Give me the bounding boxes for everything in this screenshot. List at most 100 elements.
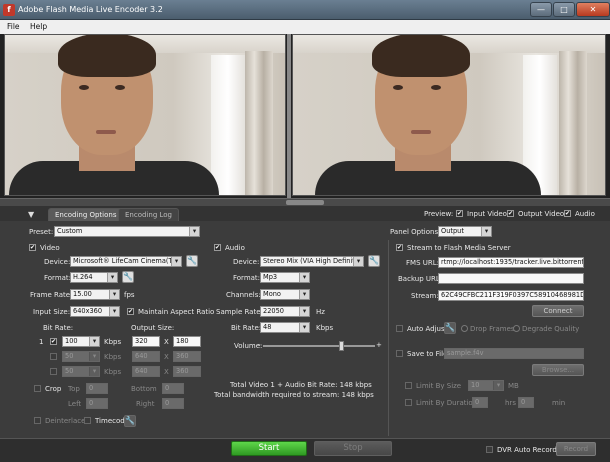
tab-encoding-options[interactable]: Encoding Options — [48, 208, 124, 221]
audio-checkbox[interactable] — [214, 244, 221, 251]
input-video-label: Input Video — [467, 210, 507, 218]
video-format-settings-icon[interactable]: 🔧 — [122, 271, 134, 283]
row1-height-input[interactable]: 180 — [173, 336, 201, 347]
crop-left-input[interactable]: 0 — [86, 398, 108, 409]
backup-url-input[interactable] — [438, 273, 584, 284]
preview-label: Preview: — [424, 210, 454, 218]
start-button[interactable]: Start — [231, 441, 307, 456]
row3-height-input[interactable]: 360 — [173, 366, 201, 377]
stop-button[interactable]: Stop — [314, 441, 392, 456]
file-name-input[interactable]: sample.f4v — [444, 348, 584, 359]
dvr-auto-record-checkbox[interactable] — [486, 446, 493, 453]
audio-bit-rate-label: Bit Rate: — [231, 324, 262, 332]
channels-select[interactable]: Mono — [260, 289, 310, 300]
video-format-label: Format: — [44, 274, 72, 282]
tab-encoding-log[interactable]: Encoding Log — [118, 208, 179, 221]
dvr-auto-record-label: DVR Auto Record — [497, 446, 557, 454]
splitter-grip-icon[interactable] — [286, 200, 324, 205]
video-device-select[interactable]: Microsoft® LifeCam Cinema(TM) — [70, 256, 182, 267]
row2-height-input[interactable]: 360 — [173, 351, 201, 362]
menu-file[interactable]: File — [7, 22, 20, 31]
crop-label: Crop — [45, 385, 62, 393]
video-checkbox[interactable] — [29, 244, 36, 251]
panel-options-select[interactable]: Output — [438, 226, 492, 237]
hrs-label: hrs — [505, 399, 516, 407]
record-button[interactable]: Record — [556, 442, 596, 456]
volume-slider-thumb[interactable] — [338, 341, 344, 351]
preview-splitter[interactable] — [287, 34, 291, 198]
crop-top-label: Top — [68, 385, 80, 393]
audio-preview-checkbox[interactable] — [564, 210, 571, 217]
video-device-settings-icon[interactable]: 🔧 — [186, 255, 198, 267]
preset-select[interactable]: Custom — [54, 226, 200, 237]
timecode-checkbox[interactable] — [84, 417, 91, 424]
row1-width-input[interactable]: 320 — [132, 336, 160, 347]
crop-top-input[interactable]: 0 — [86, 383, 108, 394]
crop-right-input[interactable]: 0 — [162, 398, 184, 409]
video-preview-area — [0, 34, 610, 198]
maintain-aspect-checkbox[interactable] — [127, 308, 134, 315]
volume-plus-icon: + — [376, 341, 382, 349]
deinterlace-checkbox[interactable] — [34, 417, 41, 424]
hrs-input[interactable]: 0 — [472, 397, 488, 408]
degrade-quality-radio[interactable] — [513, 325, 520, 332]
maximize-button[interactable]: □ — [553, 2, 575, 17]
degrade-quality-label: Degrade Quality — [522, 325, 580, 333]
panel-splitter[interactable] — [0, 198, 610, 206]
size-value-select[interactable]: 10 — [468, 380, 504, 391]
row2-width-input[interactable]: 640 — [132, 351, 160, 362]
min-label: min — [552, 399, 566, 407]
collapse-triangle-icon[interactable]: ▼ — [28, 210, 34, 219]
save-to-file-checkbox[interactable] — [396, 350, 403, 357]
drop-frames-radio[interactable] — [461, 325, 468, 332]
row1-number: 1 — [39, 338, 44, 346]
input-video-checkbox[interactable] — [456, 210, 463, 217]
crop-checkbox[interactable] — [34, 385, 41, 392]
fps-label: fps — [124, 291, 135, 299]
input-size-label: Input Size: — [33, 308, 71, 316]
row3-checkbox[interactable] — [50, 368, 57, 375]
row2-bitrate-select[interactable]: 50 — [62, 351, 100, 362]
min-input[interactable]: 0 — [518, 397, 534, 408]
row3-bitrate-select[interactable]: 50 — [62, 366, 100, 377]
row1-checkbox[interactable] — [50, 338, 57, 345]
row1-bitrate-select[interactable]: 100 — [62, 336, 100, 347]
stream-to-fms-checkbox[interactable] — [396, 244, 403, 251]
auto-adjust-label: Auto Adjust — [407, 325, 448, 333]
drop-frames-label: Drop Frames — [470, 325, 515, 333]
volume-slider-track[interactable] — [263, 345, 375, 347]
auto-adjust-settings-icon[interactable]: 🔧 — [444, 322, 456, 334]
close-button[interactable]: ✕ — [576, 2, 610, 17]
audio-preview-label: Audio — [575, 210, 595, 218]
audio-kbps-label: Kbps — [316, 324, 334, 332]
row3-width-input[interactable]: 640 — [132, 366, 160, 377]
video-device-label: Device: — [44, 258, 71, 266]
input-size-select[interactable]: 640x360 — [70, 306, 120, 317]
hz-label: Hz — [316, 308, 325, 316]
row2-checkbox[interactable] — [50, 353, 57, 360]
stream-input[interactable]: 62C49CFBC211F319F0397C58910468981D70BC — [438, 290, 584, 301]
video-header: Video — [40, 244, 60, 252]
minimize-button[interactable]: — — [530, 2, 552, 17]
audio-format-select[interactable]: Mp3 — [260, 272, 310, 283]
sample-rate-label: Sample Rate: — [216, 308, 263, 316]
sample-rate-select[interactable]: 22050 — [260, 306, 310, 317]
audio-device-select[interactable]: Stereo Mix (VIA High Definition — [260, 256, 364, 267]
audio-bit-rate-select[interactable]: 48 — [260, 322, 310, 333]
limit-by-duration-checkbox[interactable] — [405, 399, 412, 406]
menu-help[interactable]: Help — [30, 22, 47, 31]
output-video-checkbox[interactable] — [507, 210, 514, 217]
output-video-preview — [292, 34, 606, 196]
limit-by-size-checkbox[interactable] — [405, 382, 412, 389]
crop-bottom-input[interactable]: 0 — [162, 383, 184, 394]
row2-kbps-label: Kbps — [104, 353, 122, 361]
browse-button[interactable]: Browse... — [532, 364, 584, 376]
audio-device-settings-icon[interactable]: 🔧 — [368, 255, 380, 267]
fms-url-input[interactable]: rtmp://localhost:1935/tracker.live.bitto… — [438, 257, 584, 268]
video-format-select[interactable]: H.264 — [70, 272, 118, 283]
auto-adjust-checkbox[interactable] — [396, 325, 403, 332]
timecode-settings-icon[interactable]: 🔧 — [124, 415, 136, 427]
connect-button[interactable]: Connect — [532, 305, 584, 317]
frame-rate-select[interactable]: 15.00 — [70, 289, 120, 300]
panel-options-label: Panel Options: — [390, 228, 441, 236]
